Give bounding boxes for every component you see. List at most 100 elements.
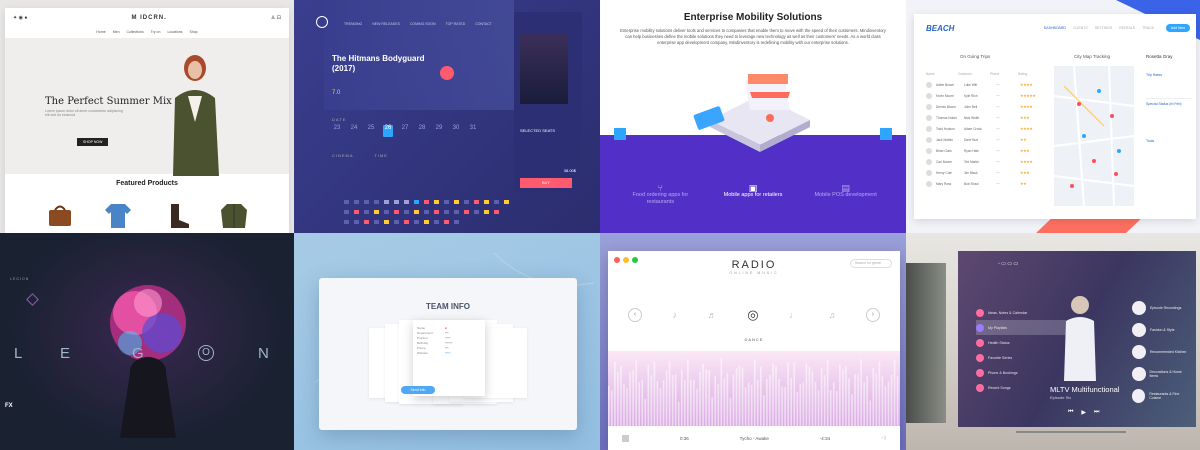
letter-o-circle[interactable]: O: [198, 345, 214, 361]
solution-food[interactable]: ⑂ Food ordering apps for restaurants: [620, 184, 700, 206]
nav-trending[interactable]: TRENDING: [344, 22, 362, 26]
visualizer-bar: [829, 390, 832, 426]
nav-dashboard[interactable]: DASHBOARD: [1044, 26, 1066, 30]
shirt-product-icon[interactable]: [103, 200, 133, 230]
visualizer-bar: [845, 365, 847, 426]
playback-controls[interactable]: ⏮ ▶ ⏭: [1068, 409, 1099, 416]
player-controls: 0:36 Tycho - Awake -4:34 ◁): [608, 426, 900, 450]
cinema-logo-icon[interactable]: [316, 16, 328, 28]
date-option[interactable]: 30: [451, 125, 461, 137]
visualizer-bar: [766, 379, 768, 426]
table-row[interactable]: Jack Mathis Dave Burt ━━ ★★: [926, 134, 1046, 145]
table-row[interactable]: Brian Clark Ryan Hale ━━ ★★★: [926, 145, 1046, 156]
solution-retail[interactable]: ▣ Mobile apps for retailers: [713, 184, 793, 206]
play-icon[interactable]: ▶: [1081, 409, 1086, 416]
date-option[interactable]: 31: [468, 125, 478, 137]
date-option[interactable]: 28: [417, 125, 427, 137]
table-row[interactable]: Mary Ross Bob Shaw ━━ ★★: [926, 178, 1046, 189]
previous-icon[interactable]: ⏮: [1068, 409, 1073, 416]
table-row[interactable]: Thomas Nolan Nick Wolfe ━━ ★★★: [926, 112, 1046, 123]
nav-item-locations[interactable]: Locations: [167, 30, 182, 34]
table-row[interactable]: Carl Boone Ted Martin ━━ ★★★★: [926, 156, 1046, 167]
date-option[interactable]: 27: [400, 125, 410, 137]
shop-logo[interactable]: M IDCRN.: [131, 15, 166, 21]
table-row[interactable]: Kevin Moore Kyle Rich ━━ ★★★★★: [926, 90, 1046, 101]
menu-item-selected[interactable]: My Playlists: [976, 320, 1066, 335]
jacket-product-icon[interactable]: [219, 200, 249, 230]
nav-item-collections[interactable]: Collections: [127, 30, 144, 34]
recommendation-item[interactable]: Episode Recordings: [1132, 297, 1190, 319]
add-new-button[interactable]: Add New: [1165, 24, 1190, 32]
table-row[interactable]: Henry Cole Jim Black ━━ ★★★: [926, 167, 1046, 178]
nav-coming-soon[interactable]: COMING SOON: [410, 22, 436, 26]
chevron-left-icon[interactable]: ‹: [628, 308, 642, 322]
nav-top-rated[interactable]: TOP RATED: [446, 22, 466, 26]
date-option[interactable]: 23: [332, 125, 342, 137]
seat-map[interactable]: [344, 200, 514, 228]
buy-button[interactable]: BUY: [520, 178, 572, 188]
date-option[interactable]: 29: [434, 125, 444, 137]
nav-settings[interactable]: SETTINGS: [1095, 26, 1113, 30]
microphone-icon[interactable]: ♪: [673, 310, 678, 320]
table-row[interactable]: Adele Brown Luke Wilt ━━ ★★★★: [926, 79, 1046, 90]
nav-contact[interactable]: CONTACT: [475, 22, 492, 26]
visualizer-bar: [671, 375, 674, 426]
date-option-selected[interactable]: 26: [383, 125, 393, 137]
nav-item-tryon[interactable]: Try on: [151, 30, 161, 34]
guitar-icon[interactable]: ♬: [708, 310, 717, 320]
boot-product-icon[interactable]: [161, 200, 191, 230]
vinyl-icon[interactable]: ◎: [747, 307, 758, 323]
nav-track[interactable]: TRACK: [1142, 26, 1154, 30]
nav-item-shop[interactable]: Shop: [189, 30, 197, 34]
avatar: [926, 158, 932, 165]
beach-logo[interactable]: BEACH: [926, 24, 954, 33]
solution-pos[interactable]: ▤ Mobile POS development: [806, 184, 886, 206]
social-icons[interactable]: ✦ ◉ ●: [13, 15, 27, 21]
nav-new-releases[interactable]: NEW RELEASES: [372, 22, 400, 26]
health-icon: [976, 338, 984, 347]
visualizer-bar: [729, 398, 732, 426]
tv-topbar-icons[interactable]: ◦ ▭ ▭ ▭: [998, 261, 1018, 267]
recommendation-item[interactable]: Decorations & Home Items: [1132, 363, 1190, 385]
menu-item[interactable]: Ideas, Notes & Calendar: [976, 305, 1066, 320]
visualizer-bar: [817, 390, 820, 426]
trumpet-icon[interactable]: ♫: [829, 310, 836, 320]
recommendation-item[interactable]: Fashion & Style: [1132, 319, 1190, 341]
recommendation-item[interactable]: Restaurants & Fine Cuisine: [1132, 385, 1190, 407]
genre-search-input[interactable]: Search for genre: [850, 259, 892, 268]
next-icon[interactable]: ⏭: [1094, 409, 1099, 416]
date-option[interactable]: 25: [366, 125, 376, 137]
send-info-button[interactable]: Send Info: [401, 386, 435, 394]
nav-clients[interactable]: CLIENTS: [1073, 26, 1088, 30]
row-rating: ★★★: [1020, 170, 1030, 175]
nav-rentals[interactable]: RENTALS: [1119, 26, 1135, 30]
bag-product-icon[interactable]: [45, 200, 75, 230]
visualizer-bar: [814, 382, 817, 426]
drum-icon[interactable]: ♩: [789, 310, 798, 320]
city-map[interactable]: [1054, 66, 1134, 206]
table-row[interactable]: Todd Hudson Adam Crook ━━ ★★★★: [926, 123, 1046, 134]
date-option[interactable]: 24: [349, 125, 359, 137]
table-row[interactable]: Dennis Bloom John Bell ━━ ★★★★: [926, 101, 1046, 112]
menu-item[interactable]: Health Status: [976, 335, 1066, 350]
recommendation-item[interactable]: Recommended Kitchen: [1132, 341, 1190, 363]
visualizer-bar: [662, 380, 665, 426]
play-icon[interactable]: [440, 66, 454, 80]
visualizer-bar: [620, 366, 622, 426]
chevron-right-icon[interactable]: ›: [865, 308, 880, 322]
shop-now-button[interactable]: SHOP NOW: [77, 138, 109, 146]
row-name: Kevin Moore: [936, 93, 954, 98]
nav-item-home[interactable]: Home: [96, 30, 105, 34]
menu-item[interactable]: Favorite Series: [976, 350, 1066, 365]
cart-icon[interactable]: ♙ ⊡: [271, 15, 281, 21]
nav-item-men[interactable]: Men: [113, 30, 120, 34]
visualizer-bar: [799, 384, 802, 426]
solutions-row: ⑂ Food ordering apps for restaurants ▣ M…: [600, 184, 906, 206]
next-arrow-icon[interactable]: [880, 128, 892, 140]
team-title: TEAM INFO: [426, 302, 470, 311]
time-label-text: TIME: [374, 153, 388, 158]
volume-icon[interactable]: ◁): [881, 435, 886, 441]
menu-item[interactable]: Phone & Bookings: [976, 365, 1066, 380]
stop-icon[interactable]: [622, 434, 629, 442]
prev-arrow-icon[interactable]: [614, 128, 626, 140]
